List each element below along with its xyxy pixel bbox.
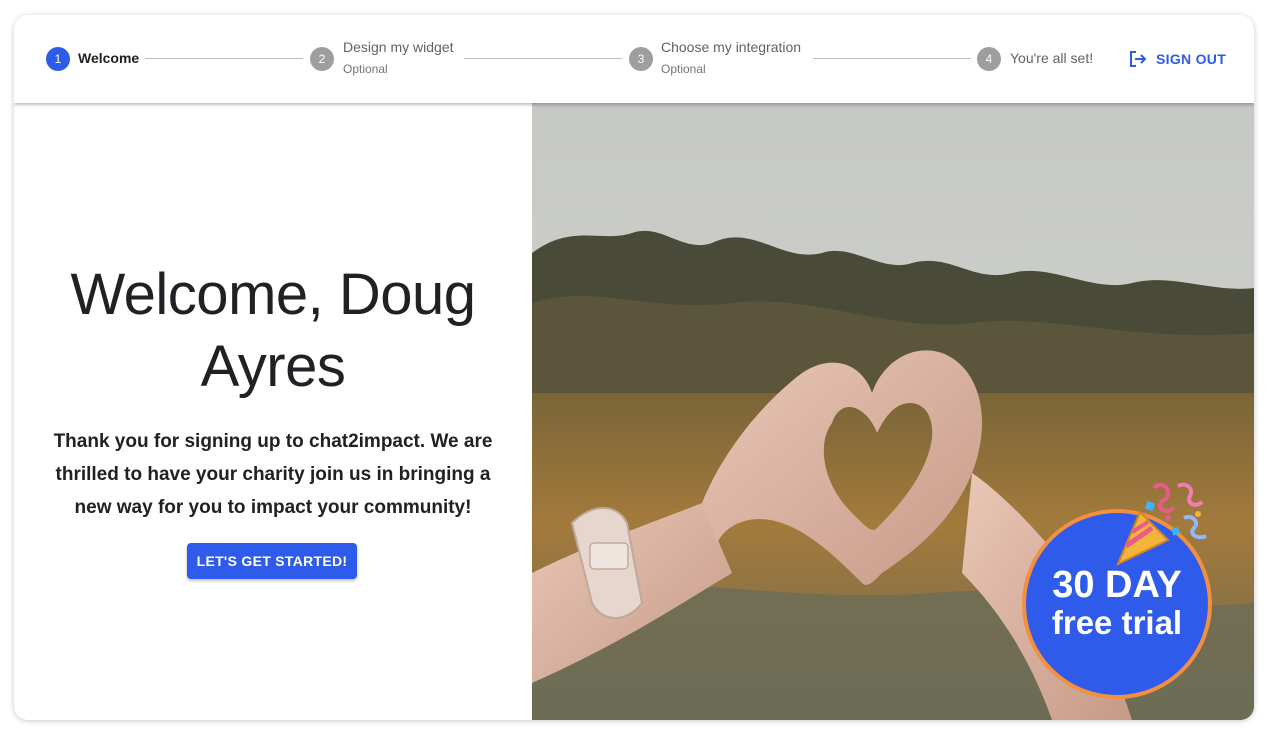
step-connector xyxy=(813,58,971,59)
step-4-label: You're all set! xyxy=(1010,50,1094,66)
welcome-headline: Welcome, Doug Ayres xyxy=(70,262,476,399)
party-popper-icon xyxy=(1108,478,1212,570)
step-3-optional: Optional xyxy=(661,62,706,76)
step-3-label: Choose my integration xyxy=(661,39,802,55)
sign-out-button[interactable]: SIGN OUT xyxy=(1128,44,1226,74)
step-4-indicator: 4 xyxy=(977,47,1001,71)
welcome-message-prefix: Thank you for signing up to xyxy=(53,431,310,452)
step-1-label: Welcome xyxy=(78,50,140,66)
stepper-header: 1 Welcome 2 Design my widget Optional 3 … xyxy=(14,15,1254,103)
get-started-button[interactable]: LET'S GET STARTED! xyxy=(187,543,357,579)
step-3-indicator: 3 xyxy=(629,47,653,71)
welcome-message: Thank you for signing up to chat2impact.… xyxy=(44,425,502,524)
step-2-optional: Optional xyxy=(343,62,388,76)
brand-name: chat2impact. xyxy=(309,431,426,452)
step-2-label: Design my widget xyxy=(343,39,454,55)
step-connector xyxy=(464,58,622,59)
step-1-indicator: 1 xyxy=(46,47,70,71)
step-2-indicator: 2 xyxy=(310,47,334,71)
logout-icon xyxy=(1128,49,1148,69)
welcome-panel: Welcome, Doug Ayres Thank you for signin… xyxy=(14,103,532,720)
badge-line-1: 30 DAY xyxy=(1052,564,1182,606)
sign-out-label: SIGN OUT xyxy=(1156,51,1227,67)
badge-line-2: free trial xyxy=(1051,604,1183,641)
step-connector xyxy=(145,58,303,59)
onboarding-card: 1 Welcome 2 Design my widget Optional 3 … xyxy=(14,15,1254,720)
